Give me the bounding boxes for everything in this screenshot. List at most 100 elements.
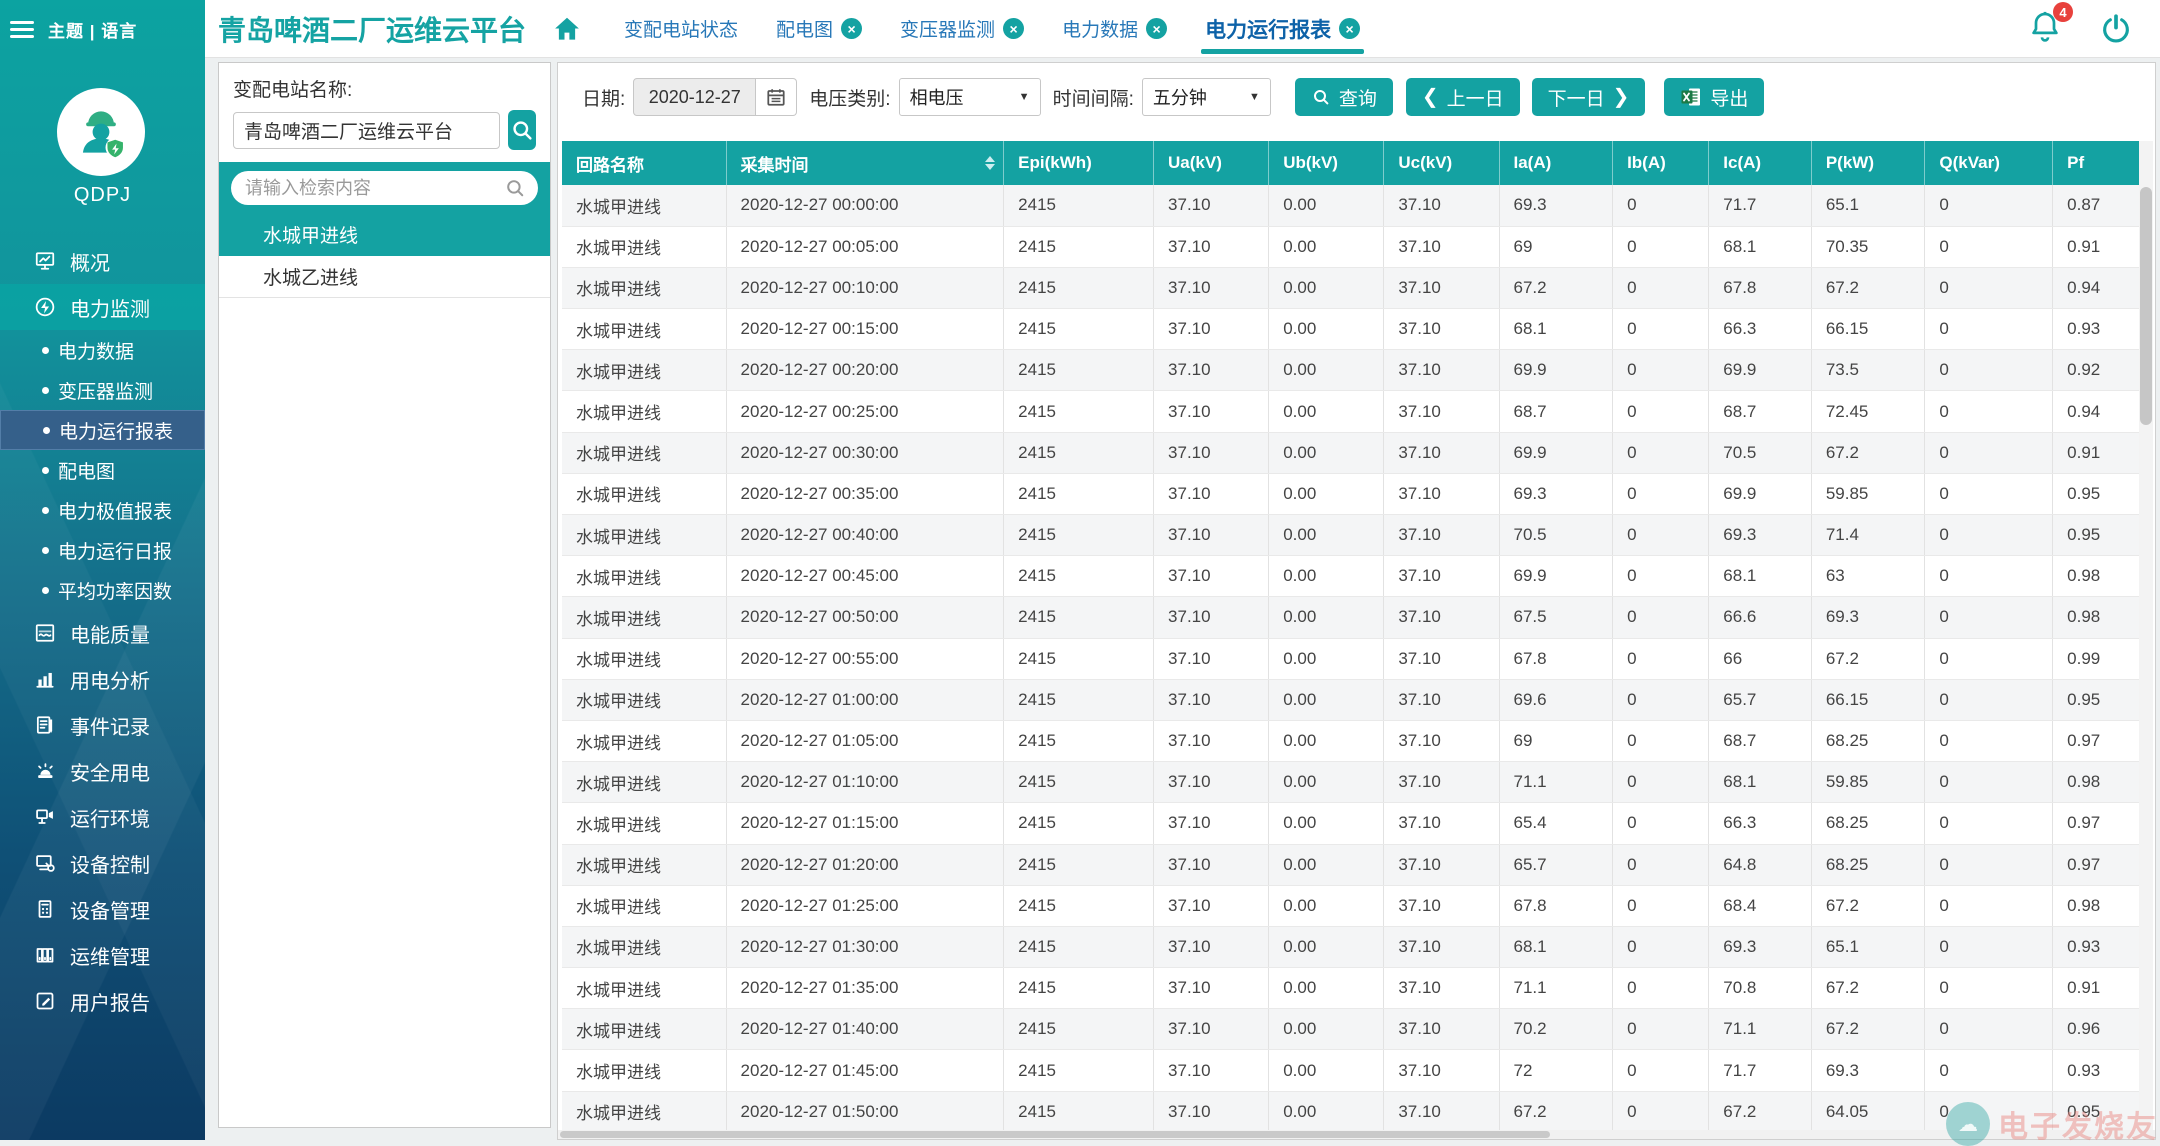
- menu-toggle-icon[interactable]: [10, 17, 34, 42]
- tab-item-3[interactable]: 电力数据×: [1062, 0, 1167, 57]
- table-cell: 0: [1925, 1009, 2053, 1050]
- sidebar-item-7[interactable]: 设备控制: [0, 840, 205, 886]
- table-cell: 0.00: [1269, 432, 1384, 473]
- page-title: 青岛啤酒二厂运维云平台: [218, 9, 526, 49]
- home-tab[interactable]: [552, 14, 582, 44]
- column-header-10[interactable]: Q(kVar): [1925, 141, 2053, 185]
- table-cell: 2020-12-27 01:35:00: [726, 968, 1004, 1009]
- sidebar-item-1[interactable]: 电力监测: [0, 284, 205, 330]
- sidebar-item-2[interactable]: 电能质量: [0, 610, 205, 656]
- station-search-button[interactable]: [508, 110, 536, 150]
- table-cell: 37.10: [1154, 597, 1269, 638]
- table-cell: 63: [1811, 556, 1925, 597]
- table-cell: 37.10: [1154, 185, 1269, 226]
- horizontal-scrollbar[interactable]: [558, 1130, 2155, 1139]
- sidebar-subitem-1-5[interactable]: 电力运行日报: [0, 530, 205, 570]
- table-cell: 2415: [1004, 679, 1154, 720]
- previous-day-button[interactable]: ❮ 上一日: [1406, 78, 1520, 116]
- tree-search-input[interactable]: [245, 178, 504, 199]
- table-row-13: 水城甲进线2020-12-27 01:05:00241537.100.0037.…: [562, 720, 2140, 761]
- sidebar-subitem-1-0[interactable]: 电力数据: [0, 330, 205, 370]
- sidebar-item-5[interactable]: 安全用电: [0, 748, 205, 794]
- table-cell: 0: [1613, 1009, 1709, 1050]
- table-cell: 2415: [1004, 185, 1154, 226]
- table-cell: 71.7: [1709, 185, 1812, 226]
- content-area: 变配电站名称: 水城甲进线水城乙进线 日期:: [205, 58, 2160, 1140]
- circuit-item-0[interactable]: 水城甲进线: [219, 214, 550, 256]
- tab-close-icon[interactable]: ×: [1339, 18, 1360, 39]
- table-cell: 2020-12-27 00:10:00: [726, 267, 1004, 308]
- column-header-9[interactable]: P(kW): [1811, 141, 1925, 185]
- circuit-item-1[interactable]: 水城乙进线: [219, 256, 550, 298]
- column-header-8[interactable]: Ic(A): [1709, 141, 1812, 185]
- date-input[interactable]: [633, 78, 756, 116]
- table-cell: 37.10: [1154, 350, 1269, 391]
- table-row-8: 水城甲进线2020-12-27 00:40:00241537.100.0037.…: [562, 515, 2140, 556]
- notification-badge: 4: [2053, 2, 2073, 22]
- sidebar-item-6[interactable]: 运行环境: [0, 794, 205, 840]
- tab-item-1[interactable]: 配电图×: [776, 0, 862, 57]
- column-header-1[interactable]: 采集时间: [726, 141, 1004, 185]
- column-header-0[interactable]: 回路名称: [562, 141, 726, 185]
- sidebar-item-8[interactable]: 设备管理: [0, 886, 205, 932]
- sidebar-item-0[interactable]: 概况: [0, 238, 205, 284]
- column-header-4[interactable]: Ub(kV): [1269, 141, 1384, 185]
- logout-button[interactable]: [2099, 12, 2133, 46]
- tab-close-icon[interactable]: ×: [1003, 18, 1024, 39]
- table-cell: 0.87: [2053, 185, 2140, 226]
- next-day-button[interactable]: 下一日 ❯: [1532, 78, 1646, 116]
- sidebar-subitem-1-1[interactable]: 变压器监测: [0, 370, 205, 410]
- notifications-button[interactable]: 4: [2027, 8, 2063, 49]
- column-header-11[interactable]: Pf: [2053, 141, 2140, 185]
- table-cell: 67.8: [1709, 267, 1812, 308]
- table-cell: 0: [1613, 762, 1709, 803]
- query-button[interactable]: 查询: [1295, 78, 1393, 116]
- table-cell: 0: [1925, 720, 2053, 761]
- voltage-type-select[interactable]: 相电压 ▼: [899, 78, 1041, 116]
- table-cell: 2020-12-27 01:25:00: [726, 885, 1004, 926]
- sidebar-item-4[interactable]: 事件记录: [0, 702, 205, 748]
- column-header-7[interactable]: Ib(A): [1613, 141, 1709, 185]
- sidebar-subitem-label: 电力运行报表: [59, 417, 173, 444]
- table-cell: 0: [1613, 720, 1709, 761]
- station-name-input[interactable]: [233, 112, 500, 149]
- tab-close-icon[interactable]: ×: [841, 18, 862, 39]
- search-icon: [1311, 87, 1331, 107]
- table-cell: 69.6: [1499, 679, 1613, 720]
- column-header-6[interactable]: Ia(A): [1499, 141, 1613, 185]
- column-header-2[interactable]: Epi(kWh): [1004, 141, 1154, 185]
- table-cell: 0.00: [1269, 1009, 1384, 1050]
- table-cell: 0: [1925, 968, 2053, 1009]
- sidebar-item-10[interactable]: 用户报告: [0, 978, 205, 1024]
- sidebar-item-label: 运行环境: [70, 803, 150, 832]
- column-header-5[interactable]: Uc(kV): [1384, 141, 1499, 185]
- table-cell: 64.8: [1709, 844, 1812, 885]
- tab-item-0[interactable]: 变配电站状态: [624, 0, 738, 57]
- tab-item-4[interactable]: 电力运行报表×: [1205, 0, 1360, 57]
- sidebar-subitem-1-6[interactable]: 平均功率因数: [0, 570, 205, 610]
- table-cell: 0: [1613, 885, 1709, 926]
- table-cell: 0: [1613, 432, 1709, 473]
- sidebar-subitem-1-4[interactable]: 电力极值报表: [0, 490, 205, 530]
- table-cell: 37.10: [1384, 885, 1499, 926]
- tab-close-icon[interactable]: ×: [1146, 18, 1167, 39]
- sidebar-subitem-1-2[interactable]: 电力运行报表: [0, 410, 205, 450]
- theme-language-link[interactable]: 主题 | 语言: [48, 17, 137, 42]
- table-cell: 70.35: [1811, 226, 1925, 267]
- calendar-button[interactable]: [756, 78, 797, 116]
- sidebar-menu: 概况电力监测电力数据变压器监测电力运行报表配电图电力极值报表电力运行日报平均功率…: [0, 238, 205, 1024]
- interval-select[interactable]: 五分钟 ▼: [1142, 78, 1271, 116]
- table-cell: 69.3: [1811, 597, 1925, 638]
- sidebar-item-3[interactable]: 用电分析: [0, 656, 205, 702]
- sidebar-subitem-1-3[interactable]: 配电图: [0, 450, 205, 490]
- tab-item-2[interactable]: 变压器监测×: [900, 0, 1024, 57]
- sidebar-item-9[interactable]: 运维管理: [0, 932, 205, 978]
- table-cell: 2415: [1004, 556, 1154, 597]
- table-cell: 0.00: [1269, 885, 1384, 926]
- table-cell: 0.00: [1269, 762, 1384, 803]
- export-button[interactable]: 导出: [1664, 78, 1764, 116]
- column-header-3[interactable]: Ua(kV): [1154, 141, 1269, 185]
- table-cell: 37.10: [1154, 679, 1269, 720]
- vertical-scrollbar[interactable]: [2139, 141, 2153, 1133]
- sort-arrows-icon[interactable]: [985, 156, 995, 170]
